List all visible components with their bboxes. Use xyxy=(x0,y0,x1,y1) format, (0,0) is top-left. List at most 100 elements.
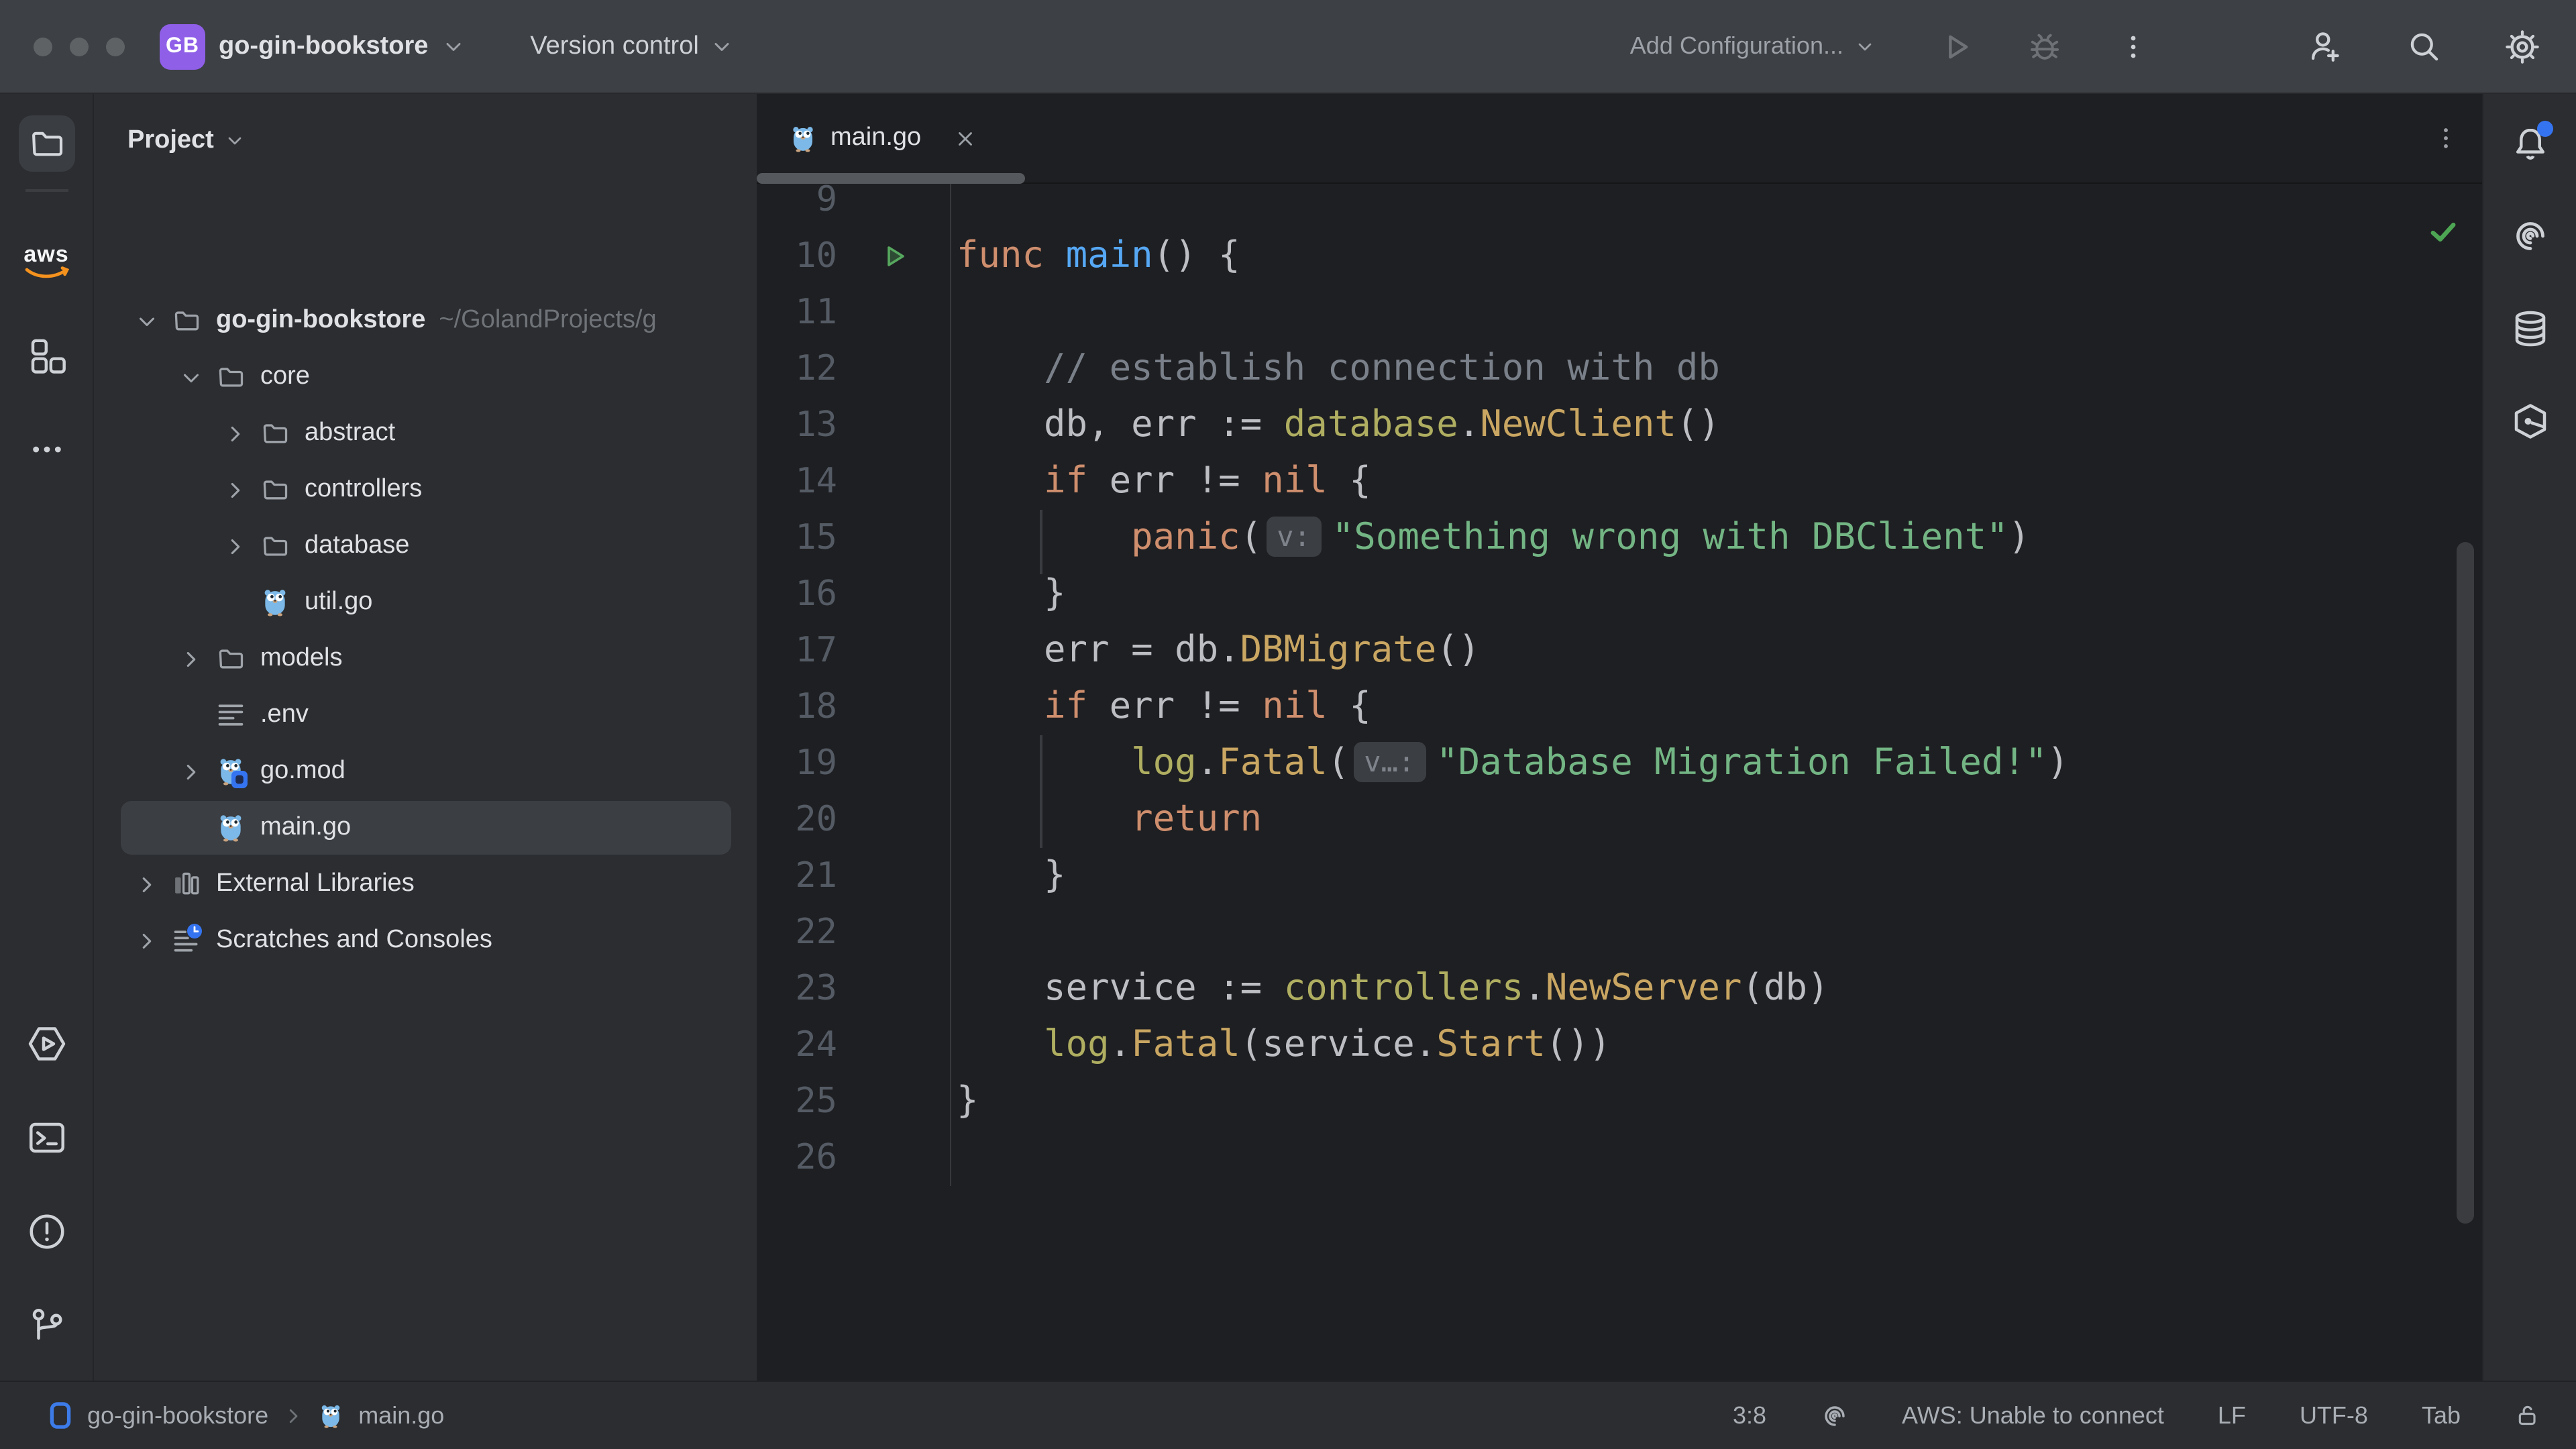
window-controls[interactable] xyxy=(0,37,160,56)
parameter-hint-inlay[interactable]: v…: xyxy=(1353,742,1426,782)
dependencies-toolwindow-button[interactable] xyxy=(2502,393,2558,449)
code-line-13[interactable]: 13 db, err := database.NewClient() xyxy=(757,397,2482,453)
tree-item-go-mod[interactable]: go.mod xyxy=(94,743,757,800)
line-number[interactable]: 25 xyxy=(757,1081,837,1122)
code-line-24[interactable]: 24 log.Fatal(service.Start()) xyxy=(757,1017,2482,1073)
code-line-16[interactable]: 16 } xyxy=(757,566,2482,623)
code-line-22[interactable]: 22 xyxy=(757,904,2482,961)
line-number[interactable]: 24 xyxy=(757,1025,837,1065)
line-separator-widget[interactable]: LF xyxy=(2218,1401,2246,1430)
close-icon[interactable] xyxy=(953,127,976,150)
line-number[interactable]: 10 xyxy=(757,236,837,276)
structure-toolwindow-button[interactable] xyxy=(18,327,74,384)
window-minimize-button[interactable] xyxy=(70,37,89,56)
tab-main-go[interactable]: main.go xyxy=(757,94,976,182)
editor-vertical-scrollbar-thumb[interactable] xyxy=(2457,542,2474,1224)
chevron-right-icon[interactable] xyxy=(220,475,250,504)
run-configuration-dropdown[interactable]: Add Configuration... xyxy=(1630,32,1876,60)
caret-position-widget[interactable]: 3:8 xyxy=(1733,1401,1766,1430)
code-viewport[interactable]: 9 10func main() { 11 12 // establish connec… xyxy=(757,184,2482,1381)
code-line-17[interactable]: 17 err = db.DBMigrate() xyxy=(757,623,2482,679)
tree-item-controllers[interactable]: controllers xyxy=(94,462,757,518)
code-line-10[interactable]: 10func main() { xyxy=(757,228,2482,284)
chevron-down-icon[interactable] xyxy=(131,306,161,335)
tree-item-abstract[interactable]: abstract xyxy=(94,405,757,462)
line-number[interactable]: 18 xyxy=(757,687,837,727)
line-number[interactable]: 9 xyxy=(757,184,837,220)
tree-item--env[interactable]: .env xyxy=(94,687,757,743)
project-view-dropdown[interactable]: Project xyxy=(94,94,757,188)
line-number[interactable]: 26 xyxy=(757,1138,837,1178)
chevron-right-icon[interactable] xyxy=(176,644,205,674)
chevron-down-icon[interactable] xyxy=(176,362,205,392)
breadcrumb-file[interactable]: main.go xyxy=(358,1401,444,1430)
line-number[interactable]: 23 xyxy=(757,969,837,1009)
terminal-toolwindow-button[interactable] xyxy=(18,1110,74,1166)
indent-widget[interactable]: Tab xyxy=(2422,1401,2461,1430)
problems-toolwindow-button[interactable] xyxy=(18,1203,74,1260)
code-line-26[interactable]: 26 xyxy=(757,1130,2482,1186)
code-line-14[interactable]: 14 if err != nil { xyxy=(757,453,2482,510)
tree-item-main-go[interactable]: main.go xyxy=(94,800,757,856)
search-icon[interactable] xyxy=(2402,25,2445,68)
code-line-15[interactable]: 15 panic(v:"Something wrong with DBClien… xyxy=(757,510,2482,566)
inspections-ok-icon[interactable] xyxy=(2426,215,2461,250)
line-number[interactable]: 21 xyxy=(757,856,837,896)
code-line-12[interactable]: 12 // establish connection with db xyxy=(757,341,2482,397)
code-line-19[interactable]: 19 log.Fatal(v…:"Database Migration Fail… xyxy=(757,735,2482,792)
editor-horizontal-scrollbar-thumb[interactable] xyxy=(757,173,1025,184)
more-toolwindows-button[interactable] xyxy=(18,421,74,478)
tab-options-icon[interactable] xyxy=(2431,94,2461,182)
vcs-widget[interactable]: Version control xyxy=(530,32,733,61)
chevron-right-icon[interactable] xyxy=(176,757,205,786)
code-line-23[interactable]: 23 service := controllers.NewServer(db) xyxy=(757,961,2482,1017)
chevron-right-icon[interactable] xyxy=(220,531,250,561)
tree-item-database[interactable]: database xyxy=(94,518,757,574)
window-close-button[interactable] xyxy=(34,37,52,56)
line-number[interactable]: 22 xyxy=(757,912,837,953)
run-main-gutter-icon[interactable] xyxy=(837,228,951,284)
line-number[interactable]: 20 xyxy=(757,800,837,840)
line-number[interactable]: 13 xyxy=(757,405,837,445)
chevron-right-icon[interactable] xyxy=(131,926,161,955)
services-toolwindow-button[interactable] xyxy=(18,1016,74,1072)
parameter-hint-inlay[interactable]: v: xyxy=(1266,517,1322,557)
line-number[interactable]: 19 xyxy=(757,743,837,784)
settings-gear-icon[interactable] xyxy=(2501,25,2544,68)
add-user-icon[interactable] xyxy=(2302,25,2345,68)
code-line-18[interactable]: 18 if err != nil { xyxy=(757,679,2482,735)
code-line-21[interactable]: 21 } xyxy=(757,848,2482,904)
line-number[interactable]: 16 xyxy=(757,574,837,614)
aws-toolkit-button[interactable]: aws xyxy=(18,233,74,290)
code-line-11[interactable]: 11 xyxy=(757,284,2482,341)
tree-item-go-gin-bookstore[interactable]: go-gin-bookstore~/GolandProjects/g xyxy=(94,292,757,349)
aws-connection-status[interactable]: AWS: Unable to connect xyxy=(1902,1401,2164,1430)
tree-item-external-libraries[interactable]: External Libraries xyxy=(94,856,757,912)
tree-item-scratches-and-consoles[interactable]: Scratches and Consoles xyxy=(94,912,757,969)
notifications-button[interactable] xyxy=(2502,115,2558,172)
ai-assistant-button[interactable] xyxy=(2502,208,2558,264)
line-number[interactable]: 11 xyxy=(757,292,837,333)
tree-item-core[interactable]: core xyxy=(94,349,757,405)
lock-open-icon[interactable] xyxy=(2514,1402,2541,1429)
ai-swirl-icon[interactable] xyxy=(1820,1401,1848,1430)
project-widget[interactable]: GB go-gin-bookstore xyxy=(160,23,466,69)
project-toolwindow-button[interactable] xyxy=(18,115,74,172)
tree-item-models[interactable]: models xyxy=(94,631,757,687)
line-number[interactable]: 14 xyxy=(757,462,837,502)
line-number[interactable]: 12 xyxy=(757,349,837,389)
code-line-25[interactable]: 25} xyxy=(757,1073,2482,1130)
encoding-widget[interactable]: UTF-8 xyxy=(2300,1401,2368,1430)
breadcrumb-project[interactable]: go-gin-bookstore xyxy=(87,1401,268,1430)
debug-bug-icon[interactable] xyxy=(2023,25,2066,68)
window-maximize-button[interactable] xyxy=(106,37,125,56)
code-line-9[interactable]: 9 xyxy=(757,184,2482,228)
line-number[interactable]: 17 xyxy=(757,631,837,671)
git-branch-icon-button[interactable] xyxy=(18,1297,74,1354)
tree-item-util-go[interactable]: util.go xyxy=(94,574,757,631)
run-icon[interactable] xyxy=(1935,25,1978,68)
chevron-right-icon[interactable] xyxy=(220,419,250,448)
more-actions-icon[interactable] xyxy=(2112,25,2155,68)
chevron-right-icon[interactable] xyxy=(131,869,161,899)
database-toolwindow-button[interactable] xyxy=(2502,301,2558,357)
